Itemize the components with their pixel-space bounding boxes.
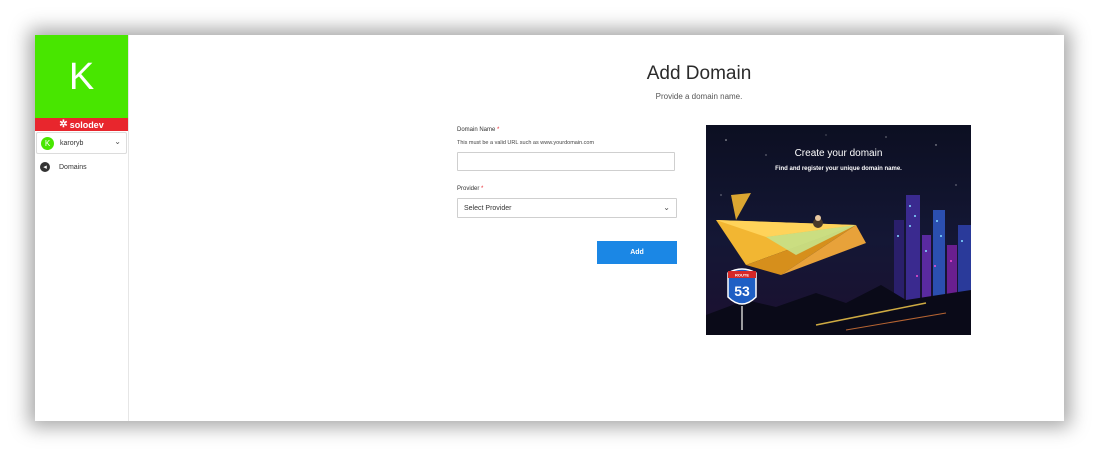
promo-banner: ROUTE 53 Create your domain Find and reg… <box>706 125 971 335</box>
promo-title: Create your domain <box>794 148 883 159</box>
route-sign-number: 53 <box>734 283 750 299</box>
sidebar-item-domains[interactable]: ◂ Domains <box>35 158 128 176</box>
sidebar: K ✲ solodev K karoryb ⌄ ◂ Domains <box>35 35 129 421</box>
arrow-circle-icon: ◂ <box>40 162 50 172</box>
solodev-logo-icon: ✲ <box>59 118 68 130</box>
provider-select[interactable]: Select Provider ⌄ <box>457 198 677 218</box>
brand-bar: ✲ solodev <box>35 118 128 131</box>
domain-name-input[interactable] <box>457 152 675 171</box>
required-mark: * <box>497 127 500 133</box>
page-subtitle: Provide a domain name. <box>655 92 743 101</box>
chevron-down-icon[interactable]: ⌄ <box>114 137 121 146</box>
sidebar-item-label: Domains <box>59 163 87 171</box>
avatar: K <box>41 136 54 150</box>
user-menu[interactable]: K karoryb ⌄ <box>36 132 127 154</box>
promo-subtitle: Find and register your unique domain nam… <box>775 166 902 172</box>
user-name: karoryb <box>60 139 84 147</box>
route-sign-label: ROUTE <box>735 273 749 278</box>
provider-label: Provider * <box>457 186 677 192</box>
required-mark: * <box>481 186 484 192</box>
add-domain-form: Domain Name * This must be a valid URL s… <box>457 127 677 264</box>
provider-select-value: Select Provider <box>464 204 512 212</box>
brand-letter: K <box>68 55 95 98</box>
brand-tile[interactable]: K <box>35 35 128 118</box>
domain-name-label-text: Domain Name <box>457 127 496 133</box>
brand-name: solodev <box>69 119 104 130</box>
chevron-down-icon: ⌄ <box>663 203 670 212</box>
add-button[interactable]: Add <box>597 241 677 264</box>
domain-helper-text: This must be a valid URL such as www.you… <box>457 140 595 146</box>
page-title: Add Domain <box>646 63 752 84</box>
provider-label-text: Provider <box>457 186 480 192</box>
main-content: Add Domain Provide a domain name. Domain… <box>129 35 1064 421</box>
domain-name-label: Domain Name * <box>457 127 677 133</box>
